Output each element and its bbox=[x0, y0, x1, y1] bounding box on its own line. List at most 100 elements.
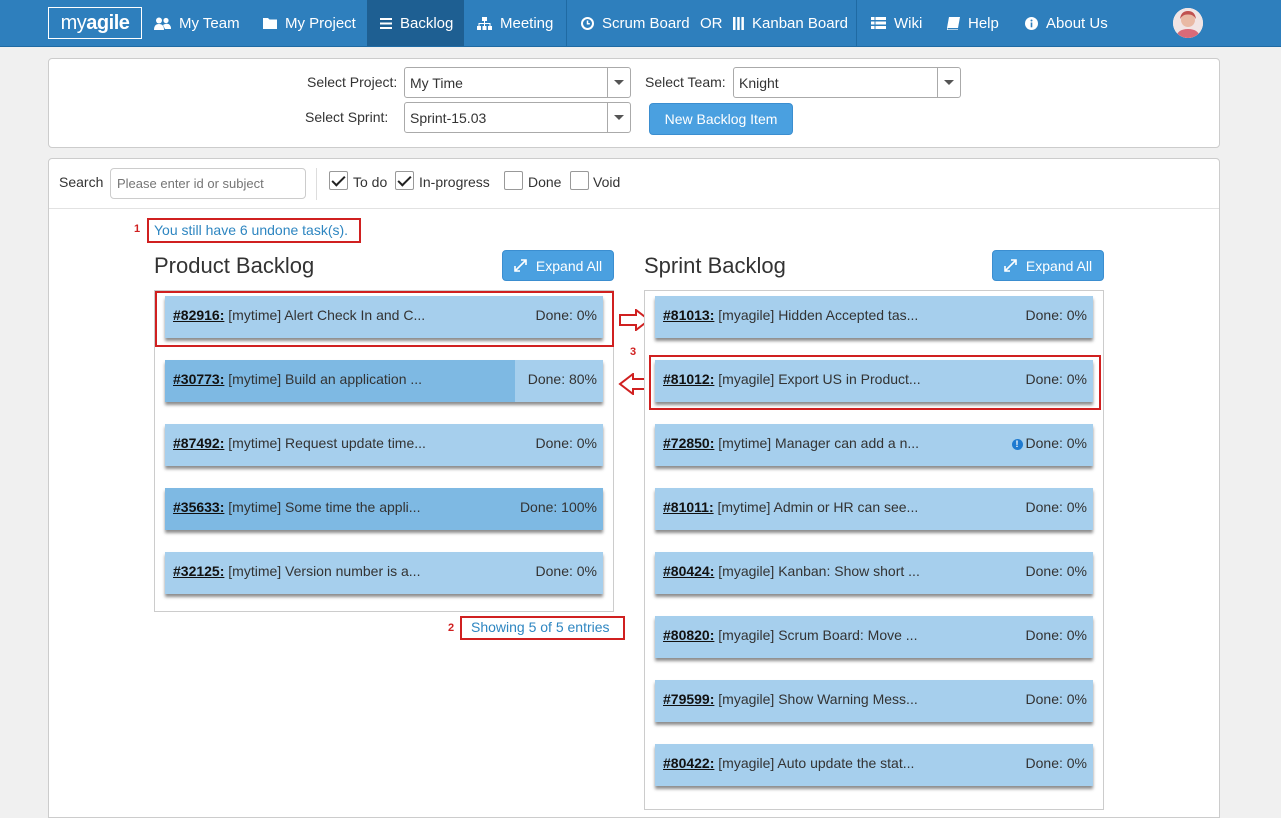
sprint-label: Select Sprint: bbox=[305, 109, 389, 125]
nav-or-label: OR bbox=[700, 14, 723, 32]
item-id-link[interactable]: #80424: bbox=[663, 563, 714, 579]
item-title: #80820: [myagile] Scrum Board: Move ... bbox=[663, 627, 917, 643]
done-checkbox-label[interactable]: Done bbox=[528, 174, 561, 190]
item-title: #81013: [myagile] Hidden Accepted tas... bbox=[663, 307, 918, 323]
backlog-item[interactable]: #79599: [myagile] Show Warning Mess... Do… bbox=[655, 680, 1093, 722]
new-backlog-item-button[interactable]: New Backlog Item bbox=[649, 103, 793, 135]
item-id-link[interactable]: #35633: bbox=[173, 499, 224, 515]
clock-icon bbox=[581, 16, 594, 30]
exclamation-icon[interactable]: ! bbox=[1011, 439, 1023, 450]
backlog-item[interactable]: #81012: [myagile] Export US in Product..… bbox=[655, 360, 1093, 402]
item-subject: [myagile] Show Warning Mess... bbox=[718, 691, 918, 707]
item-id-link[interactable]: #32125: bbox=[173, 563, 224, 579]
item-done-label: Done: 0% bbox=[535, 563, 597, 579]
item-done-label: Done: 0% bbox=[535, 435, 597, 451]
nav-help[interactable]: Help bbox=[947, 0, 999, 46]
backlog-item[interactable]: #80820: [myagile] Scrum Board: Move ... D… bbox=[655, 616, 1093, 658]
item-id-link[interactable]: #30773: bbox=[173, 371, 224, 387]
sprint-expand-all-label: Expand All bbox=[1025, 257, 1093, 274]
backlog-item[interactable]: #82916: [mytime] Alert Check In and C...… bbox=[165, 296, 603, 338]
nav-meeting-label: Meeting bbox=[500, 14, 554, 32]
item-id-link[interactable]: #87492: bbox=[173, 435, 224, 451]
search-divider bbox=[316, 168, 317, 200]
brand-logo[interactable]: my agile bbox=[48, 7, 142, 39]
todo-checkbox[interactable] bbox=[329, 171, 348, 190]
in-progress-checkbox[interactable] bbox=[395, 171, 414, 190]
item-title: #72850: [mytime] Manager can add a n... bbox=[663, 435, 919, 451]
item-id-link[interactable]: #81012: bbox=[663, 371, 714, 387]
backlog-item[interactable]: #35633: [mytime] Some time the appli... D… bbox=[165, 488, 603, 530]
item-id-link[interactable]: #81011: bbox=[663, 499, 714, 515]
item-done-label: Done: 0% bbox=[1025, 563, 1087, 579]
backlog-item[interactable]: #81011: [mytime] Admin or HR can see... D… bbox=[655, 488, 1093, 530]
sprint-select[interactable]: Sprint-15.03 bbox=[404, 102, 631, 133]
nav-meeting[interactable]: Meeting bbox=[477, 0, 553, 46]
item-id-link[interactable]: #80422: bbox=[663, 755, 714, 771]
item-subject: [myagile] Auto update the stat... bbox=[718, 755, 915, 771]
nav-my-team[interactable]: My Team bbox=[154, 0, 240, 46]
sprint-expand-all-button[interactable]: Expand All bbox=[992, 250, 1104, 281]
nav-backlog-label: Backlog bbox=[400, 14, 454, 32]
book-icon bbox=[947, 16, 960, 30]
nav-kanban-board[interactable]: Kanban Board bbox=[733, 0, 848, 46]
nav-help-label: Help bbox=[968, 14, 999, 32]
nav-my-project[interactable]: My Project bbox=[263, 0, 356, 46]
nav-about-us[interactable]: About Us bbox=[1025, 0, 1108, 46]
team-select-value: Knight bbox=[739, 74, 779, 91]
annotation-number-2: 2 bbox=[448, 622, 455, 634]
item-done-label: Done: 100% bbox=[519, 499, 597, 515]
item-id-link[interactable]: #72850: bbox=[663, 435, 714, 451]
backlog-item[interactable]: #80422: [myagile] Auto update the stat..… bbox=[655, 744, 1093, 786]
nav-divider bbox=[856, 0, 857, 46]
item-subject: [myagile] Hidden Accepted tas... bbox=[718, 307, 919, 323]
sprint-backlog-title: Sprint Backlog bbox=[644, 253, 786, 278]
user-avatar[interactable] bbox=[1173, 8, 1203, 38]
item-subject: [mytime] Admin or HR can see... bbox=[717, 499, 919, 515]
showing-entries-text: Showing 5 of 5 entries bbox=[471, 619, 610, 635]
product-expand-all-label: Expand All bbox=[535, 257, 603, 274]
backlog-item[interactable]: #72850: [mytime] Manager can add a n...!… bbox=[655, 424, 1093, 466]
item-done-percent: Done: 0% bbox=[1026, 563, 1087, 579]
th-list-icon bbox=[871, 17, 886, 29]
backlog-item[interactable]: #32125: [mytime] Version number is a... D… bbox=[165, 552, 603, 594]
item-subject: [myagile] Kanban: Show short ... bbox=[718, 563, 920, 579]
annotation-number-1: 1 bbox=[134, 223, 141, 235]
item-done-percent: Done: 0% bbox=[1026, 691, 1087, 707]
item-done-label: Done: 0% bbox=[1025, 691, 1087, 707]
todo-checkbox-label[interactable]: To do bbox=[353, 174, 387, 190]
item-subject: [mytime] Version number is a... bbox=[228, 563, 421, 579]
nav-scrum-board[interactable]: Scrum Board bbox=[581, 0, 690, 46]
project-select[interactable]: My Time bbox=[404, 67, 631, 98]
search-bar-divider bbox=[49, 208, 1219, 209]
item-done-percent: Done: 0% bbox=[536, 307, 597, 323]
backlog-item[interactable]: #81013: [myagile] Hidden Accepted tas...… bbox=[655, 296, 1093, 338]
backlog-item[interactable]: #80424: [myagile] Kanban: Show short ...… bbox=[655, 552, 1093, 594]
search-input[interactable] bbox=[110, 168, 306, 199]
item-id-link[interactable]: #79599: bbox=[663, 691, 714, 707]
item-done-percent: Done: 0% bbox=[536, 563, 597, 579]
item-id-link[interactable]: #80820: bbox=[663, 627, 714, 643]
backlog-item[interactable]: #30773: [mytime] Build an application ..… bbox=[165, 360, 603, 402]
expand-icon bbox=[514, 259, 527, 272]
item-subject: [mytime] Request update time... bbox=[228, 435, 426, 451]
done-checkbox[interactable] bbox=[504, 171, 523, 190]
top-navbar: my agile My Team My Project Backlog Meet… bbox=[0, 0, 1281, 47]
in-progress-checkbox-label[interactable]: In-progress bbox=[419, 174, 490, 190]
item-id-link[interactable]: #81013: bbox=[663, 307, 714, 323]
backlog-item[interactable]: #87492: [mytime] Request update time... D… bbox=[165, 424, 603, 466]
info-circle-icon bbox=[1025, 16, 1038, 30]
nav-kanban-board-label: Kanban Board bbox=[752, 14, 848, 32]
void-checkbox-label[interactable]: Void bbox=[593, 174, 620, 190]
user-avatar-icon bbox=[1173, 8, 1203, 38]
chevron-down-icon bbox=[607, 103, 630, 132]
item-title: #80422: [myagile] Auto update the stat..… bbox=[663, 755, 914, 771]
project-label: Select Project: bbox=[307, 74, 398, 90]
nav-backlog[interactable]: Backlog bbox=[367, 0, 464, 46]
item-id-link[interactable]: #82916: bbox=[173, 307, 224, 323]
nav-my-team-label: My Team bbox=[179, 14, 240, 32]
undone-tasks-message: You still have 6 undone task(s). bbox=[154, 222, 349, 238]
product-expand-all-button[interactable]: Expand All bbox=[502, 250, 614, 281]
void-checkbox[interactable] bbox=[570, 171, 589, 190]
nav-wiki[interactable]: Wiki bbox=[871, 0, 922, 46]
team-select[interactable]: Knight bbox=[733, 67, 961, 98]
